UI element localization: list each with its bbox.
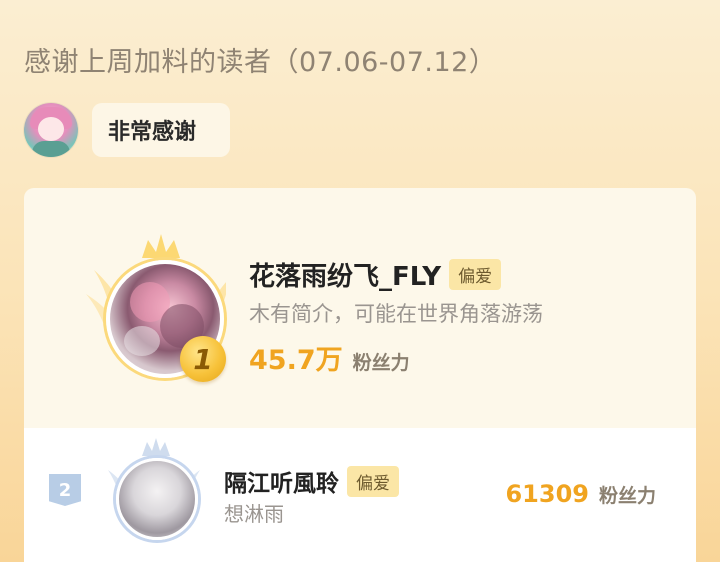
rank-2-avatar-group[interactable]	[94, 436, 214, 546]
ranking-card: 1 花落雨纷飞_FLY 偏爱 木有简介，可能在世界角落游荡 45.7万 粉丝力	[24, 188, 696, 428]
avatar-body	[32, 141, 70, 157]
rank-1-tag: 偏爱	[449, 259, 502, 290]
rank-2-username[interactable]: 隔江听風聆	[224, 464, 339, 498]
page-header-title: 感谢上周加料的读者（07.06-07.12）	[24, 47, 497, 78]
avatar-face	[38, 117, 64, 141]
rank-1-description: 木有简介，可能在世界角落游荡	[249, 302, 543, 326]
rank-1-username[interactable]: 花落雨纷飞_FLY	[249, 256, 441, 293]
rank-1-avatar-group[interactable]: 1	[76, 228, 226, 382]
rank-2-fans-label: 粉丝力	[598, 485, 656, 507]
rank-1-name-row: 花落雨纷飞_FLY 偏爱	[249, 256, 502, 293]
rank-2-name-row: 隔江听風聆 偏爱	[224, 464, 399, 498]
rank-1-fans-power: 45.7万 粉丝力	[249, 338, 410, 377]
rank-1-fans-label: 粉丝力	[352, 352, 410, 374]
rank-1-medal-badge: 1	[180, 336, 226, 382]
host-avatar[interactable]	[24, 103, 78, 157]
rank-2-fans-power: 61309 粉丝力	[505, 480, 656, 508]
rank-2-badge: 2	[49, 474, 81, 506]
rank-2-row[interactable]: 2 隔江听風聆 偏爱 想淋雨 61309 粉丝力	[24, 428, 696, 562]
rank-2-avatar	[116, 458, 198, 540]
thanks-bubble: 非常感谢	[92, 103, 230, 157]
rank-2-fans-count: 61309	[505, 480, 589, 508]
rank-2-description: 想淋雨	[224, 502, 284, 526]
rank-1-fans-count: 45.7万	[249, 345, 343, 376]
rank-2-tag: 偏爱	[347, 465, 399, 497]
